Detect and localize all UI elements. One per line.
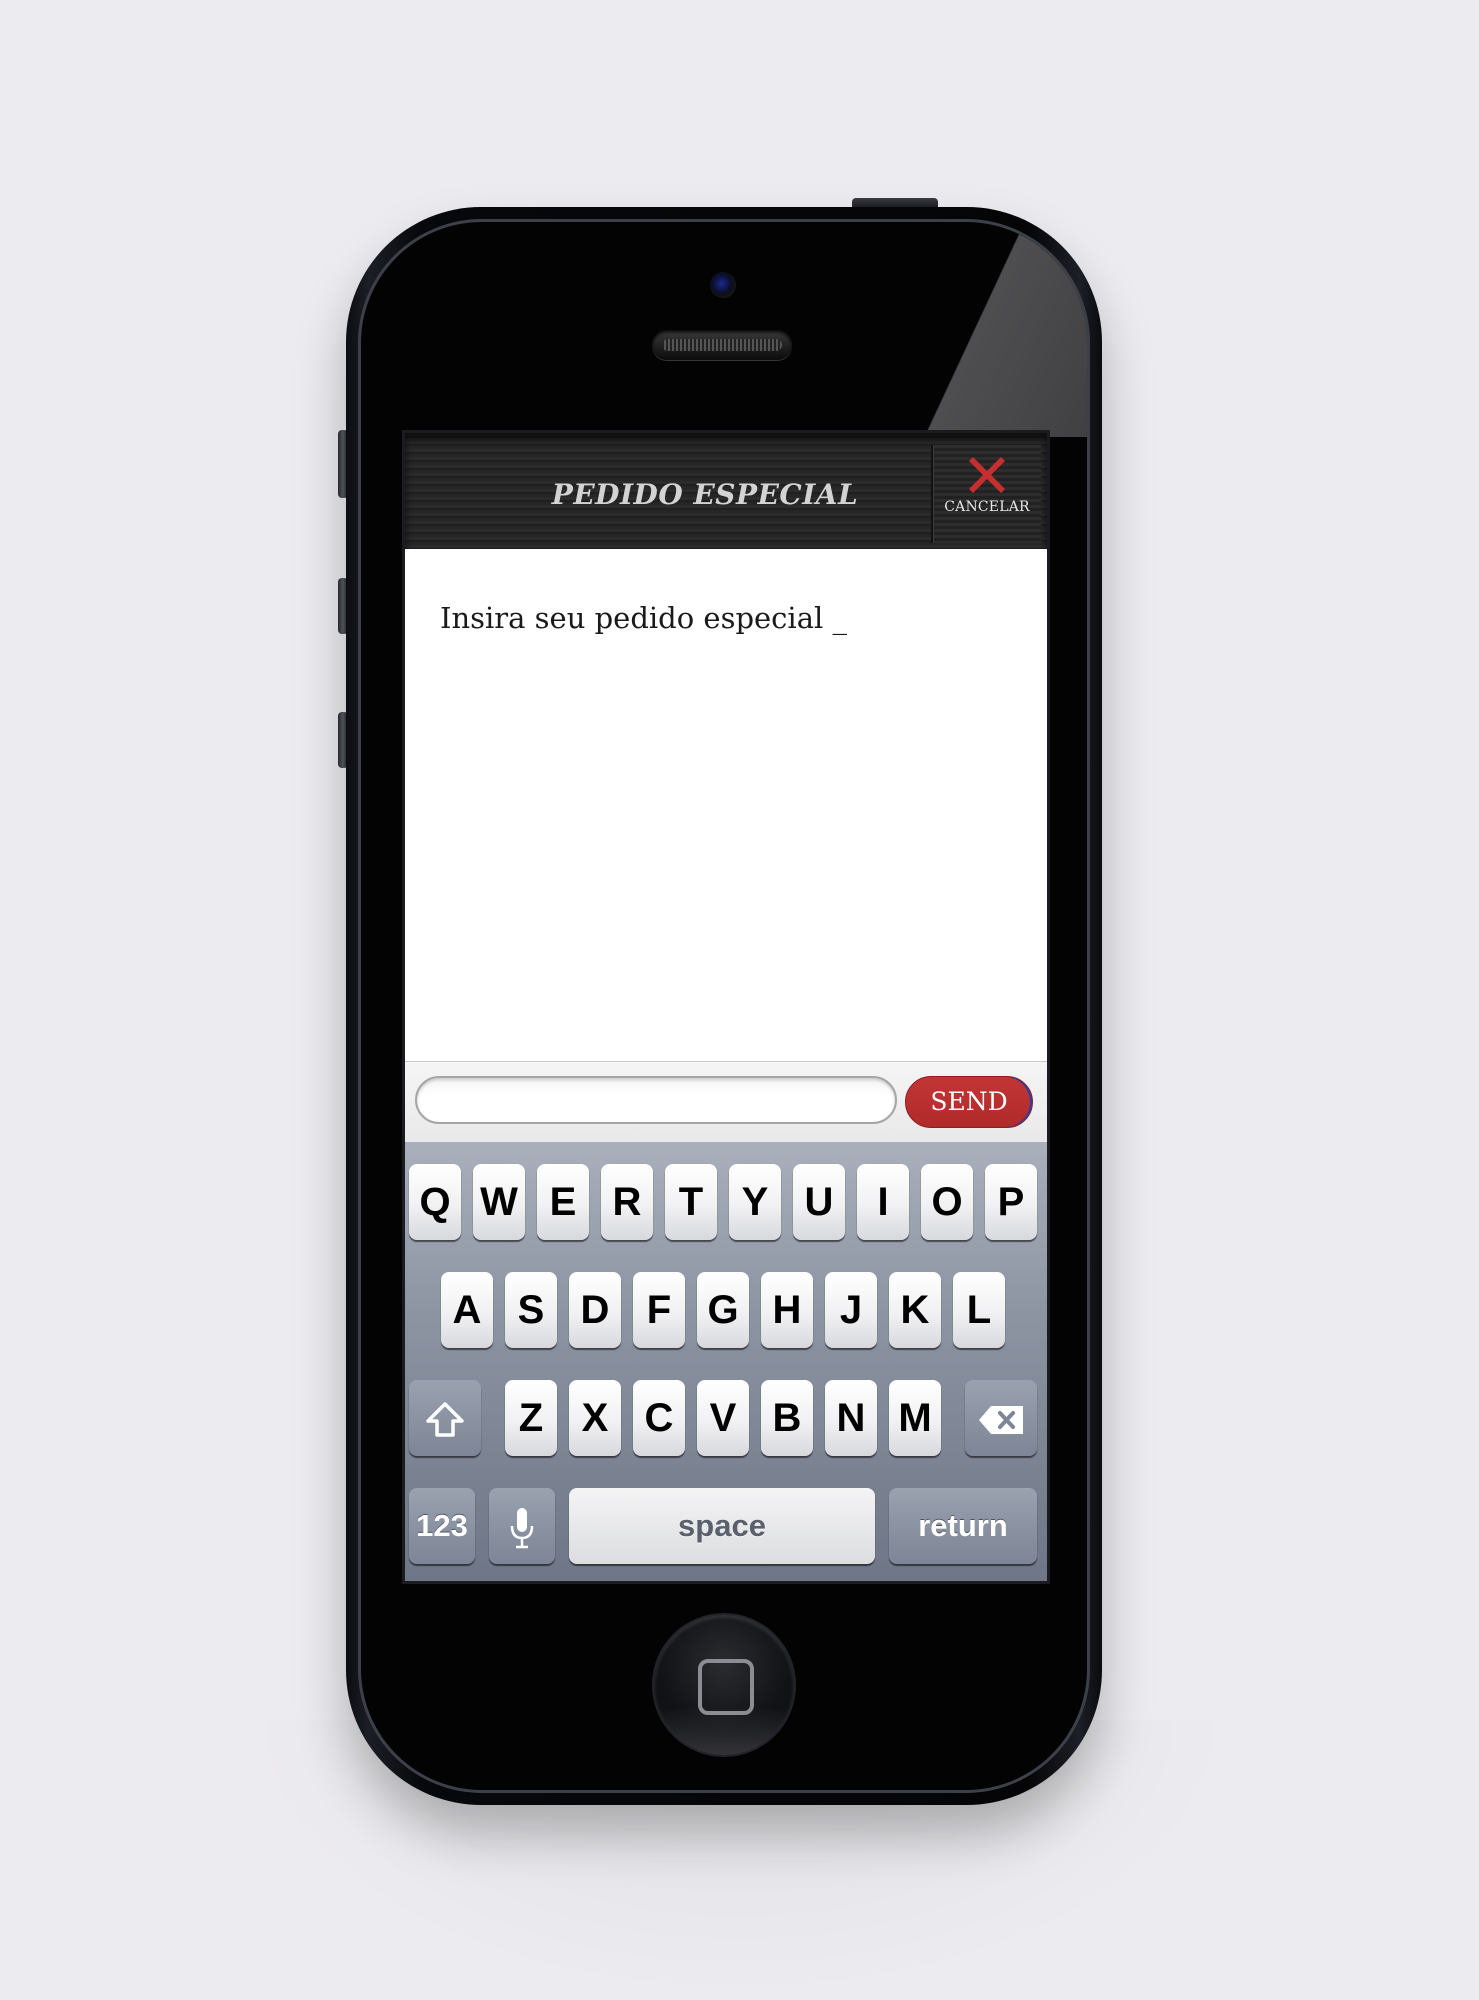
key-e[interactable]: E	[537, 1164, 589, 1240]
shift-icon	[426, 1402, 464, 1437]
key-t[interactable]: T	[665, 1164, 717, 1240]
key-b[interactable]: B	[761, 1380, 813, 1456]
nav-bar: PEDIDO ESPECIAL CANCELAR	[405, 433, 1047, 549]
space-key[interactable]: space	[569, 1488, 875, 1564]
backspace-key[interactable]	[965, 1380, 1037, 1456]
key-p[interactable]: P	[985, 1164, 1037, 1240]
backspace-icon	[979, 1405, 1023, 1434]
key-h[interactable]: H	[761, 1272, 813, 1348]
key-f[interactable]: F	[633, 1272, 685, 1348]
key-g[interactable]: G	[697, 1272, 749, 1348]
on-screen-keyboard: Q W E R T Y U I O P A S D F G H J K L Z …	[405, 1142, 1047, 1581]
phone-screen: PEDIDO ESPECIAL CANCELAR Insira seu pedi…	[402, 430, 1050, 1584]
shift-key[interactable]	[409, 1380, 481, 1456]
return-key[interactable]: return	[889, 1488, 1037, 1564]
key-n[interactable]: N	[825, 1380, 877, 1456]
key-y[interactable]: Y	[729, 1164, 781, 1240]
key-s[interactable]: S	[505, 1272, 557, 1348]
page-title: PEDIDO ESPECIAL	[551, 478, 859, 511]
key-d[interactable]: D	[569, 1272, 621, 1348]
cancel-label: CANCELAR	[944, 499, 1030, 515]
key-j[interactable]: J	[825, 1272, 877, 1348]
mockup-stage: PEDIDO ESPECIAL CANCELAR Insira seu pedi…	[0, 0, 1479, 2000]
close-icon	[969, 457, 1005, 493]
key-q[interactable]: Q	[409, 1164, 461, 1240]
key-r[interactable]: R	[601, 1164, 653, 1240]
key-l[interactable]: L	[953, 1272, 1005, 1348]
request-content-area: Insira seu pedido especial _	[405, 549, 1047, 1061]
special-request-prompt: Insira seu pedido especial _	[440, 601, 847, 635]
key-k[interactable]: K	[889, 1272, 941, 1348]
key-m[interactable]: M	[889, 1380, 941, 1456]
key-v[interactable]: V	[697, 1380, 749, 1456]
key-o[interactable]: O	[921, 1164, 973, 1240]
home-button-icon[interactable]	[654, 1615, 794, 1755]
send-button[interactable]: SEND	[905, 1076, 1033, 1128]
dictation-key[interactable]	[489, 1488, 555, 1564]
key-a[interactable]: A	[441, 1272, 493, 1348]
home-square-icon	[698, 1659, 754, 1715]
earpiece-speaker	[652, 330, 792, 360]
key-z[interactable]: Z	[505, 1380, 557, 1456]
microphone-icon	[510, 1507, 534, 1549]
key-u[interactable]: U	[793, 1164, 845, 1240]
message-input[interactable]	[415, 1076, 897, 1124]
key-x[interactable]: X	[569, 1380, 621, 1456]
key-i[interactable]: I	[857, 1164, 909, 1240]
key-w[interactable]: W	[473, 1164, 525, 1240]
front-camera-icon	[710, 272, 736, 298]
key-c[interactable]: C	[633, 1380, 685, 1456]
message-composer: SEND	[405, 1061, 1047, 1143]
numbers-key[interactable]: 123	[409, 1488, 475, 1564]
cancel-button[interactable]: CANCELAR	[931, 445, 1041, 543]
